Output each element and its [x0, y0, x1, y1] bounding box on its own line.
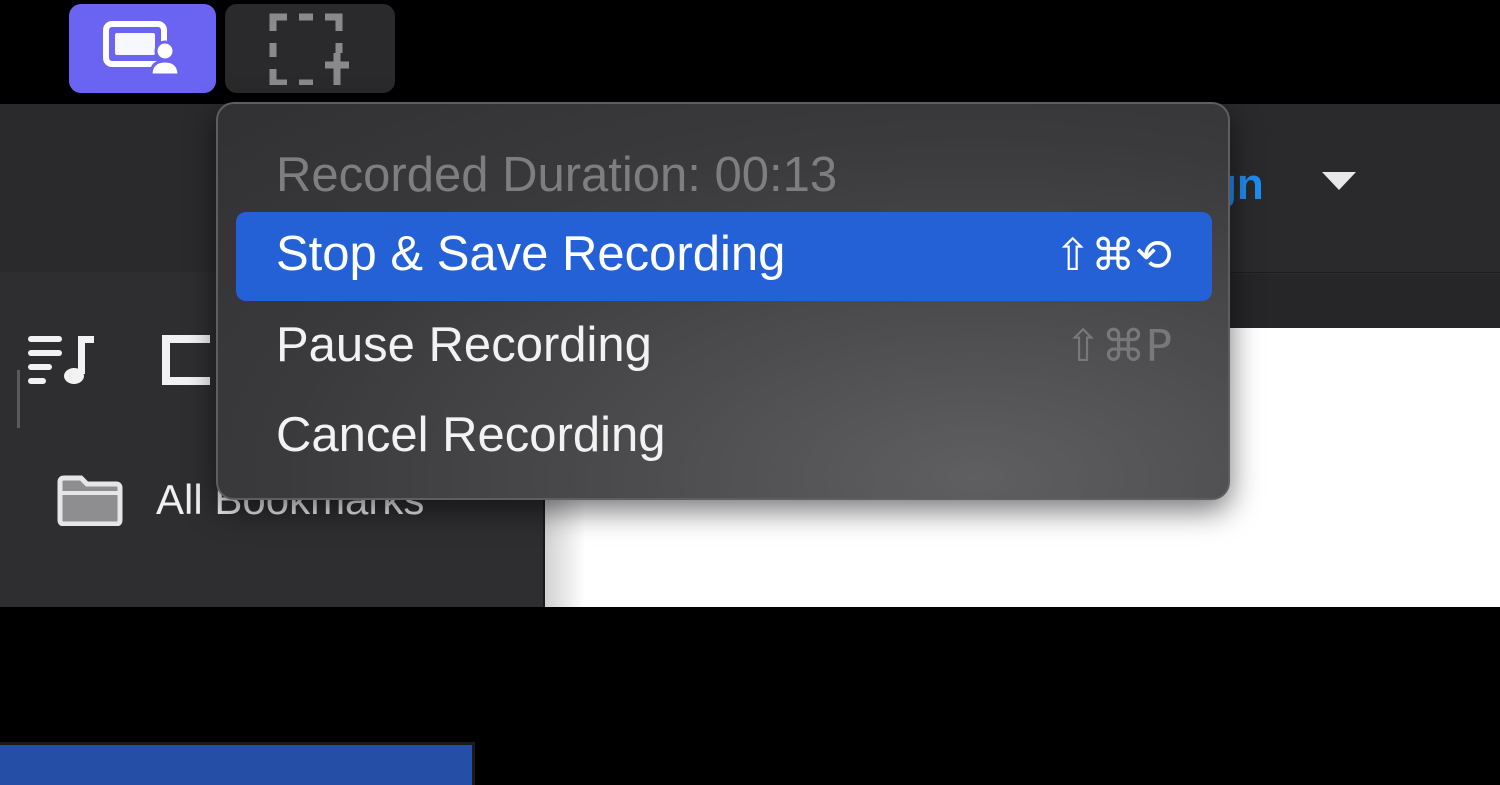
recorded-duration-label: Recorded Duration: 00:13: [276, 148, 838, 202]
stop-save-recording-item[interactable]: Stop & Save Recording ⇧⌘⟲: [236, 212, 1212, 301]
region-select-plus-icon: [269, 13, 349, 85]
folder-icon: [57, 475, 123, 526]
chevron-down-icon[interactable]: [1322, 172, 1356, 190]
sidebar-selected-row[interactable]: [0, 742, 475, 785]
playlist-music-icon[interactable]: [28, 334, 96, 386]
stop-save-recording-label: Stop & Save Recording: [276, 227, 786, 281]
stop-save-shortcut: ⇧⌘⟲: [1054, 230, 1172, 281]
region-capture-button[interactable]: [225, 4, 395, 93]
menubar: [0, 0, 1500, 104]
cancel-recording-item[interactable]: Cancel Recording: [236, 393, 1212, 482]
screen-record-button[interactable]: [69, 4, 216, 93]
screen-record-user-icon: [102, 20, 181, 76]
shortcut-keys: ⇧⌘⟲: [1054, 230, 1172, 281]
recorded-duration-info: Recorded Duration: 00:13: [236, 129, 1212, 215]
sidebar-toggle-icon[interactable]: [162, 335, 210, 385]
pause-shortcut: ⇧⌘P: [1065, 321, 1172, 372]
pause-recording-label: Pause Recording: [276, 318, 652, 372]
pause-recording-item[interactable]: Pause Recording ⇧⌘P: [236, 303, 1212, 392]
shortcut-keys: ⇧⌘P: [1064, 321, 1172, 372]
recording-menu: Recorded Duration: 00:13 Stop & Save Rec…: [216, 102, 1230, 500]
cancel-recording-label: Cancel Recording: [276, 408, 666, 462]
sidebar-divider: [17, 370, 20, 428]
